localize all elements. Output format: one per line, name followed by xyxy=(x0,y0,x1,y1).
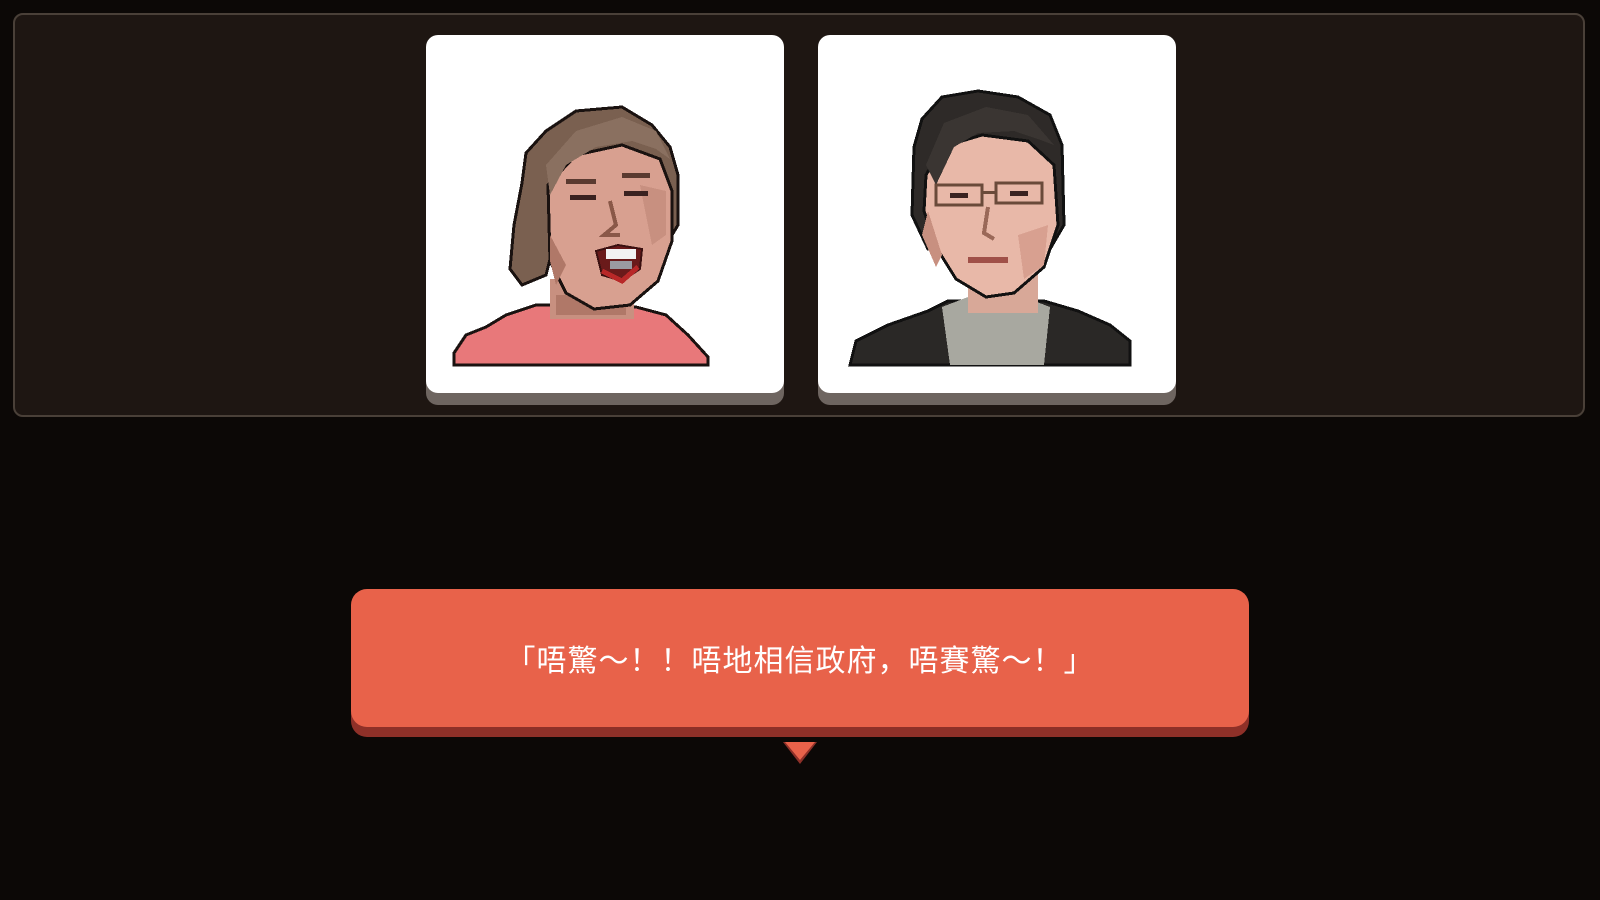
dialogue-box[interactable]: 「唔驚～！！唔地相信政府，唔賽驚～！」 xyxy=(351,589,1249,727)
man-portrait xyxy=(848,89,1132,367)
game-screen: 「唔驚～！！唔地相信政府，唔賽驚～！」 xyxy=(0,0,1600,900)
woman-portrait xyxy=(452,105,710,367)
chevron-down-icon[interactable] xyxy=(783,742,817,770)
portrait-card-man xyxy=(818,35,1176,393)
portrait-card-woman xyxy=(426,35,784,393)
dialogue-text: 「唔驚～！！唔地相信政府，唔賽驚～！」 xyxy=(505,644,1095,679)
portrait-panel xyxy=(13,13,1585,417)
